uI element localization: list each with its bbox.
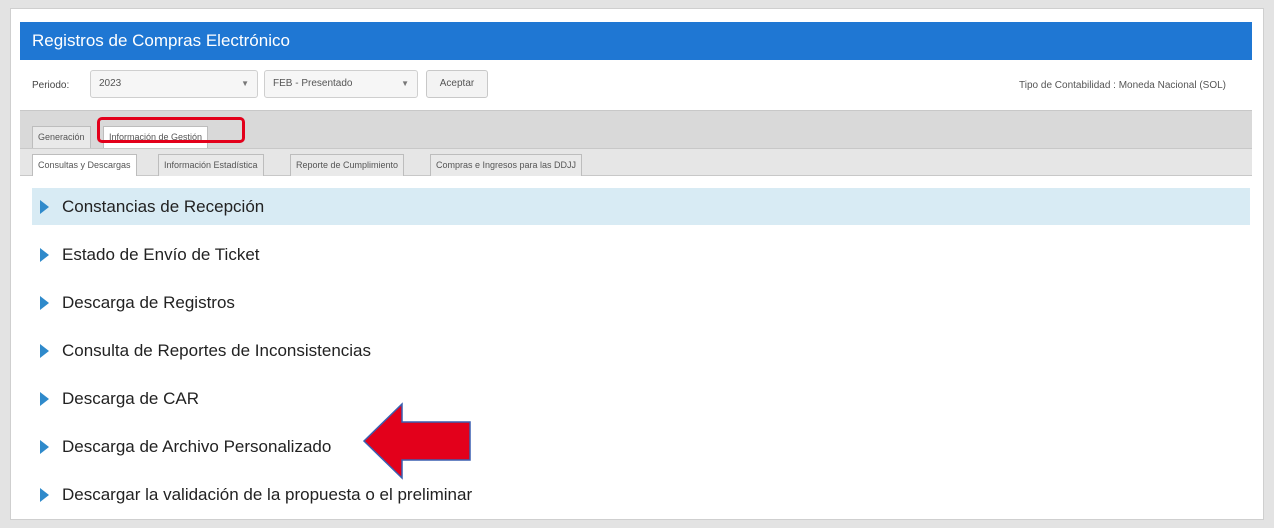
- filter-bar: Periodo: 2023 ▼ FEB - Presentado ▼ Acept…: [20, 62, 1252, 108]
- triangle-right-icon: [40, 392, 49, 406]
- triangle-right-icon: [40, 440, 49, 454]
- annotation-arrow-icon: [362, 402, 471, 480]
- menu-item-constancias[interactable]: Constancias de Recepción: [32, 188, 1250, 225]
- menu-item-archivo-personalizado[interactable]: Descarga de Archivo Personalizado: [32, 428, 1250, 465]
- triangle-right-icon: [40, 248, 49, 262]
- menu-item-label: Estado de Envío de Ticket: [62, 245, 260, 264]
- chevron-down-icon: ▼: [401, 79, 409, 88]
- menu-item-validacion-propuesta[interactable]: Descargar la validación de la propuesta …: [32, 476, 1250, 513]
- month-value: FEB - Presentado: [273, 78, 353, 89]
- tab-generacion[interactable]: Generación: [32, 126, 91, 148]
- triangle-right-icon: [40, 200, 49, 214]
- page-title: Registros de Compras Electrónico: [20, 22, 1252, 60]
- menu-item-label: Descargar la validación de la propuesta …: [62, 485, 473, 504]
- menu-item-descarga-registros[interactable]: Descarga de Registros: [32, 284, 1250, 321]
- triangle-right-icon: [40, 296, 49, 310]
- secondary-tabs: Consultas y Descargas Información Estadí…: [20, 148, 1252, 176]
- tab-reporte-cumplimiento[interactable]: Reporte de Cumplimiento: [290, 154, 405, 176]
- year-value: 2023: [99, 78, 122, 89]
- menu-item-label: Constancias de Recepción: [62, 197, 265, 216]
- menu-item-label: Descarga de CAR: [62, 389, 200, 408]
- menu-item-descarga-car[interactable]: Descarga de CAR: [32, 380, 1250, 417]
- month-select[interactable]: FEB - Presentado ▼: [264, 70, 418, 98]
- annotation-highlight-box: [97, 117, 245, 143]
- menu-item-label: Consulta de Reportes de Inconsistencias: [62, 341, 372, 360]
- menu-item-estado-envio[interactable]: Estado de Envío de Ticket: [32, 236, 1250, 273]
- tab-compras-ingresos-ddjj[interactable]: Compras e Ingresos para las DDJJ: [430, 154, 583, 176]
- accept-button[interactable]: Aceptar: [426, 70, 488, 98]
- tab-informacion-estadistica[interactable]: Información Estadística: [158, 154, 264, 176]
- menu-item-label: Descarga de Archivo Personalizado: [62, 437, 332, 456]
- menu-item-consulta-inconsistencias[interactable]: Consulta de Reportes de Inconsistencias: [32, 332, 1250, 369]
- menu-item-label: Descarga de Registros: [62, 293, 235, 312]
- chevron-down-icon: ▼: [241, 79, 249, 88]
- triangle-right-icon: [40, 344, 49, 358]
- tipo-contabilidad-text: Tipo de Contabilidad : Moneda Nacional (…: [1019, 80, 1226, 91]
- tab-consultas-descargas[interactable]: Consultas y Descargas: [32, 154, 137, 176]
- triangle-right-icon: [40, 488, 49, 502]
- periodo-label: Periodo:: [32, 80, 70, 91]
- options-menu: Constancias de Recepción Estado de Envío…: [32, 188, 1250, 524]
- year-select[interactable]: 2023 ▼: [90, 70, 258, 98]
